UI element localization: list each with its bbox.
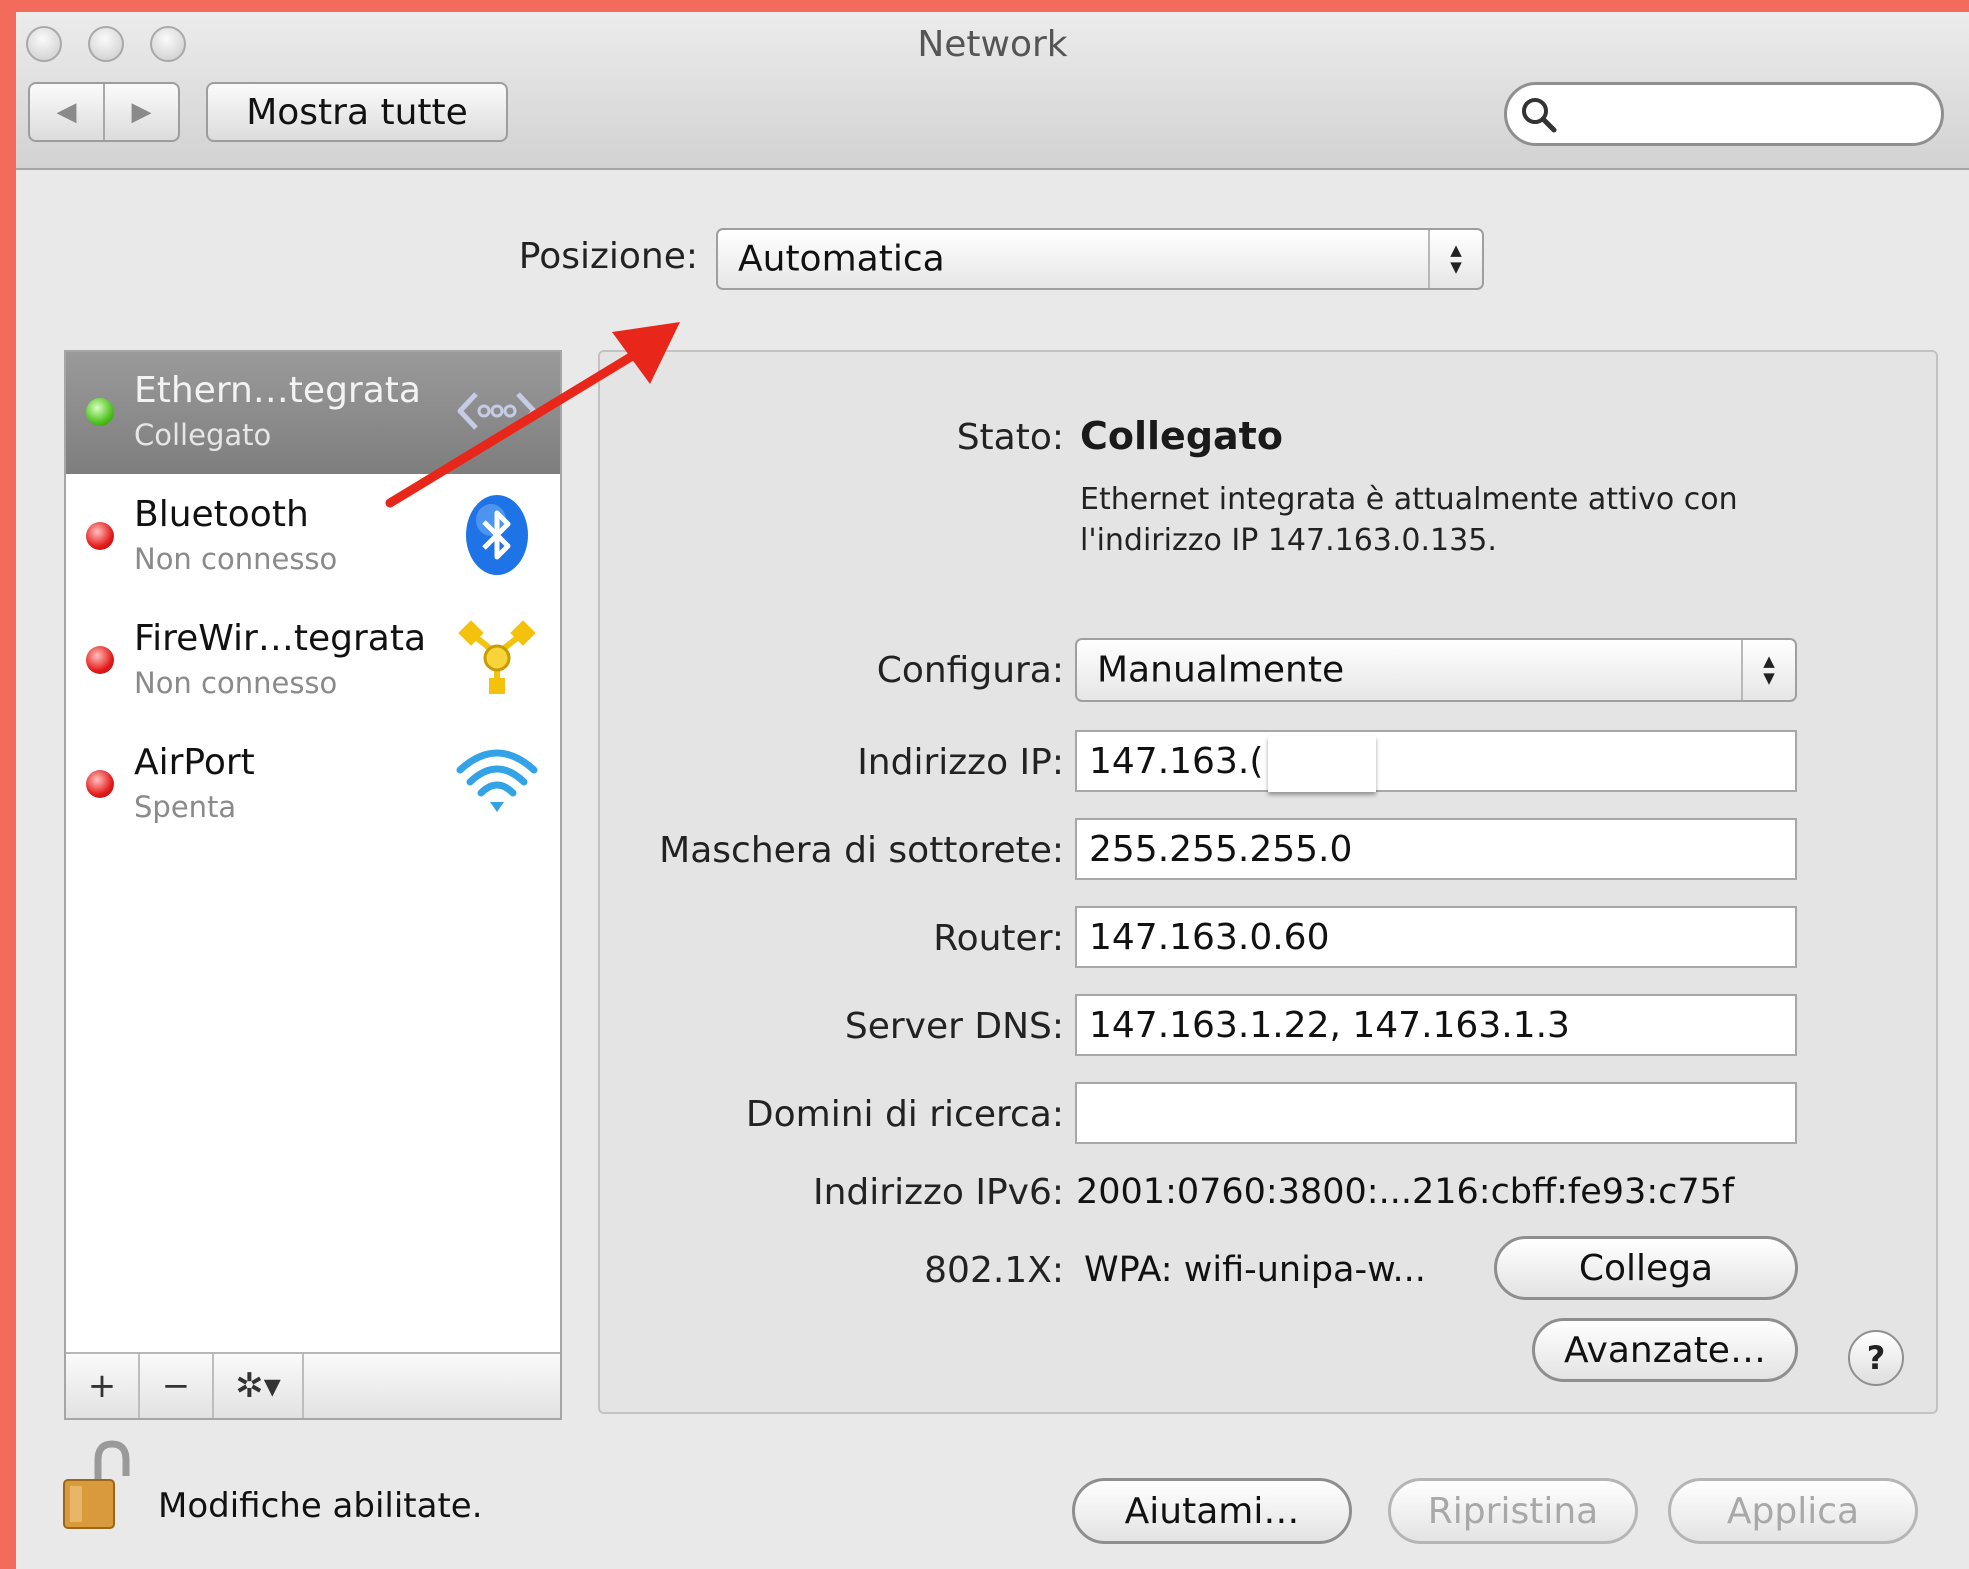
annotation-arrow bbox=[385, 322, 680, 508]
